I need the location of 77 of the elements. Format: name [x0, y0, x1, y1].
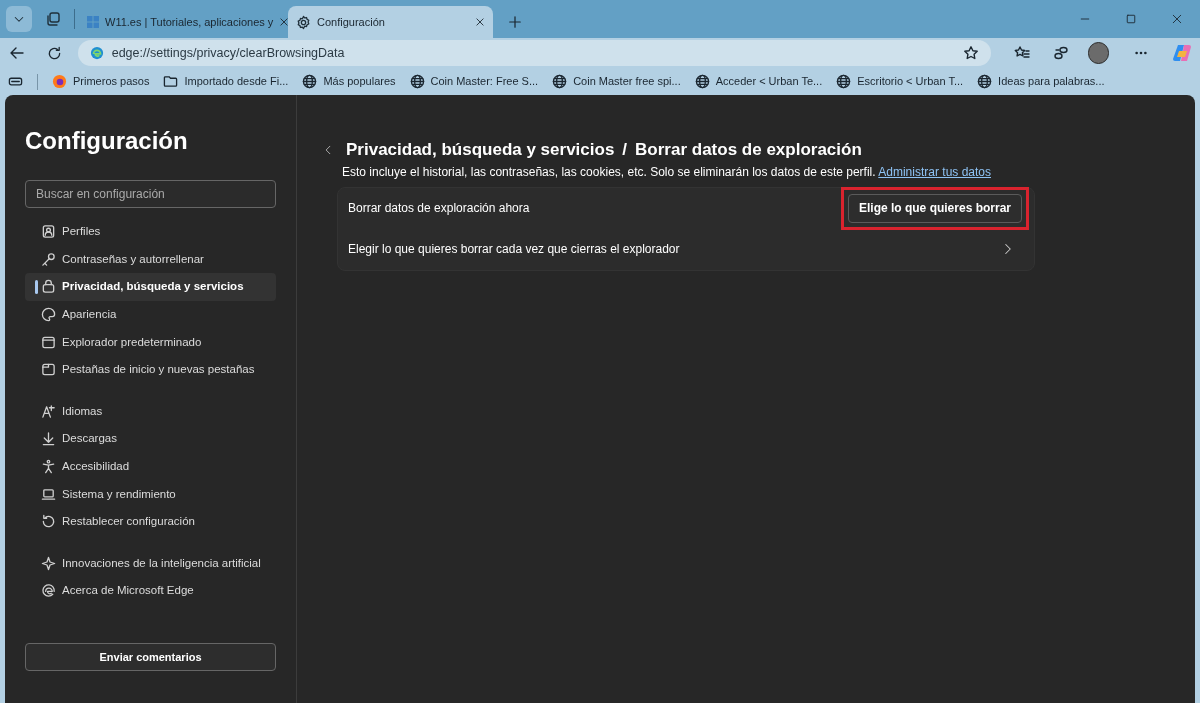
gear-icon — [296, 14, 311, 30]
setting-label: Elegir lo que quieres borrar cada vez que cierras el explorador — [348, 241, 681, 258]
laptop-icon — [41, 486, 56, 502]
download-icon — [41, 431, 56, 447]
tabs-icon — [41, 362, 56, 378]
bookmark-link[interactable]: Ideas para palabras... — [977, 73, 1105, 90]
edge-logo-icon — [89, 46, 104, 60]
breadcrumb-link[interactable]: Privacidad, búsqueda y servicios — [346, 137, 615, 163]
palette-icon — [41, 307, 56, 323]
close-icon — [475, 17, 485, 27]
lock-icon — [41, 279, 56, 295]
edge-icon — [41, 583, 56, 599]
close-icon — [1172, 14, 1182, 24]
globe-icon — [977, 74, 993, 89]
sidebar-item[interactable]: Pestañas de inicio y nuevas pestañas — [25, 355, 276, 384]
window-icon — [41, 334, 56, 350]
sidebar-item[interactable]: Descargas — [25, 425, 276, 453]
avatar[interactable] — [1088, 42, 1110, 64]
tab-title: Configuración — [317, 14, 386, 30]
sidebar-item[interactable]: Innovaciones de la inteligencia artificial — [25, 549, 276, 578]
breadcrumb-separator: / — [622, 139, 628, 161]
sidebar-item[interactable]: Sistema y rendimiento — [25, 480, 276, 508]
globe-icon — [836, 74, 852, 89]
url-text: edge://settings/privacy/clearBrowsingData — [111, 44, 346, 62]
sidebar-item[interactable]: Acerca de Microsoft Edge — [25, 577, 276, 605]
sidebar-item[interactable]: Privacidad, búsqueda y servicios — [25, 273, 276, 301]
sidebar-item[interactable]: Contraseñas y autorrellenar — [25, 245, 276, 274]
profile-icon — [41, 224, 56, 240]
setting-label: Borrar datos de exploración ahora — [348, 200, 531, 217]
bookmark-link[interactable]: Primeros pasos — [52, 73, 150, 90]
bookmark-link[interactable]: Escritorio < Urban T... — [836, 73, 964, 90]
sidebar-item[interactable]: Restablecer configuración — [25, 507, 276, 536]
close-icon — [279, 17, 290, 27]
sidebar-item[interactable]: Perfiles — [25, 218, 276, 246]
tab-title: W11.es | Tutoriales, aplicaciones y — [105, 14, 274, 30]
bookmark-link[interactable]: Más populares — [302, 73, 396, 90]
collections-icon — [1052, 45, 1069, 61]
maximize-icon — [1126, 14, 1136, 24]
address-bar[interactable]: edge://settings/privacy/clearBrowsingData — [77, 40, 991, 66]
bookmark-link[interactable]: Coin Master: Free S... — [409, 73, 539, 90]
sidebar-item[interactable]: Apariencia — [25, 300, 276, 329]
globe-icon — [409, 74, 425, 89]
browser-tab[interactable]: Configuración — [288, 6, 493, 38]
bookmark-link[interactable]: Acceder < Urban Te... — [694, 73, 823, 90]
globe-icon — [552, 74, 568, 89]
page-title: Borrar datos de exploración — [635, 139, 862, 161]
choose-clear-button[interactable]: Elige lo que quieres borrar — [847, 193, 1022, 223]
manage-data-link[interactable]: Administrar tus datos — [878, 164, 991, 179]
windows-logo-icon — [87, 16, 99, 28]
plus-icon — [508, 15, 522, 29]
globe-icon — [694, 74, 710, 89]
reset-icon — [41, 514, 56, 530]
bookmark-link[interactable]: Coin Master free spi... — [552, 73, 681, 90]
star-list-icon — [1014, 45, 1031, 61]
stacked-squares-icon — [45, 11, 61, 27]
search-field[interactable]: Buscar en configuración — [25, 180, 276, 208]
accessibility-icon — [41, 459, 56, 475]
folder-icon — [163, 74, 179, 89]
firefox-logo-icon — [52, 74, 67, 89]
back-arrow-icon — [9, 45, 26, 61]
sidebar-item[interactable]: Explorador predeterminado — [25, 328, 276, 356]
globe-icon — [302, 74, 318, 89]
key-icon — [41, 251, 56, 267]
chevron-left-icon — [323, 144, 333, 155]
refresh-icon — [46, 45, 62, 61]
feedback-button[interactable]: Enviar comentarios — [25, 643, 276, 671]
sidebar-item[interactable]: Idiomas — [25, 397, 276, 426]
language-icon — [41, 403, 56, 419]
chevron-right-icon — [1002, 243, 1014, 255]
selection-indicator — [35, 280, 38, 295]
sidebar-title: Configuración — [25, 126, 189, 156]
browser-tab[interactable]: W11.es | Tutoriales, aplicaciones y — [79, 6, 284, 38]
sparkle-icon — [41, 555, 56, 571]
bookmark-link[interactable]: Importado desde Fi... — [163, 73, 289, 90]
star-icon — [962, 45, 979, 61]
sidebar-item[interactable]: Accesibilidad — [25, 452, 276, 481]
description-text: Esto incluye el historial, las contraseñas, las cookies, etc. Solo se eliminarán los datos de este perfil. Administrar tus datos — [342, 163, 992, 181]
